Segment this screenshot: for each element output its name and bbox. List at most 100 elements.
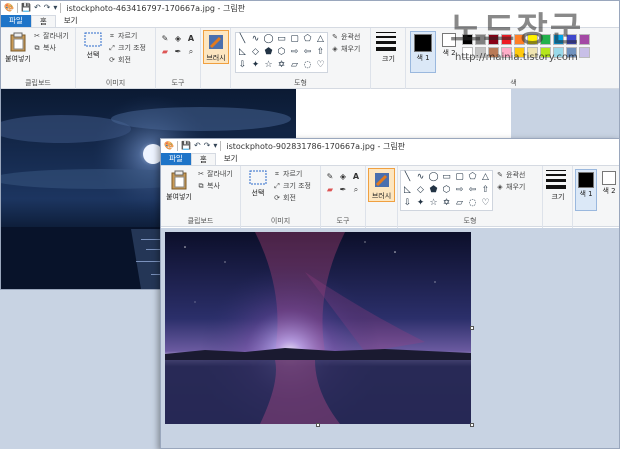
palette-color-swatch[interactable] bbox=[501, 34, 512, 45]
oval-shape-icon[interactable]: ◯ bbox=[263, 34, 274, 45]
resize-button[interactable]: ⤢ 크기 조정 bbox=[273, 181, 311, 191]
rounded-rectangle-shape-icon[interactable]: ▢ bbox=[454, 172, 465, 183]
down-arrow-shape-icon[interactable]: ⇩ bbox=[237, 60, 248, 71]
palette-color-swatch[interactable] bbox=[527, 34, 538, 45]
up-arrow-shape-icon[interactable]: ⇧ bbox=[315, 47, 326, 58]
palette-color-swatch[interactable] bbox=[462, 47, 473, 58]
oval-callout-shape-icon[interactable]: ◌ bbox=[467, 198, 478, 209]
palette-color-swatch[interactable] bbox=[501, 47, 512, 58]
heart-shape-icon[interactable]: ♡ bbox=[315, 60, 326, 71]
left-arrow-shape-icon[interactable]: ⇦ bbox=[467, 185, 478, 196]
magnifier-icon[interactable]: ⌕ bbox=[186, 47, 196, 57]
color2-button[interactable]: 색 2 bbox=[438, 31, 460, 58]
palette-color-swatch[interactable] bbox=[475, 34, 486, 45]
right-arrow-shape-icon[interactable]: ⇨ bbox=[289, 47, 300, 58]
rounded-callout-shape-icon[interactable]: ▱ bbox=[289, 60, 300, 71]
pencil-icon[interactable]: ✎ bbox=[160, 34, 170, 44]
right-arrow-shape-icon[interactable]: ⇨ bbox=[454, 185, 465, 196]
size-button[interactable]: 크기 bbox=[546, 170, 570, 202]
tab-file[interactable]: 파일 bbox=[1, 15, 31, 27]
line-shape-icon[interactable]: ╲ bbox=[237, 34, 248, 45]
crop-button[interactable]: ⌗ 자르기 bbox=[108, 31, 137, 41]
cut-button[interactable]: ✂ 잘라내기 bbox=[197, 169, 233, 179]
palette-color-swatch[interactable] bbox=[566, 47, 577, 58]
size-button[interactable]: 크기 bbox=[376, 32, 401, 64]
tab-view[interactable]: 보기 bbox=[216, 153, 246, 165]
palette-color-swatch[interactable] bbox=[462, 34, 473, 45]
resize-handle-right[interactable] bbox=[470, 326, 474, 330]
rounded-rectangle-shape-icon[interactable]: ▢ bbox=[289, 34, 300, 45]
color1-button[interactable]: 색 1 bbox=[575, 169, 597, 211]
palette-color-swatch[interactable] bbox=[475, 47, 486, 58]
diamond-shape-icon[interactable]: ◇ bbox=[415, 185, 426, 196]
line-shape-icon[interactable]: ╲ bbox=[402, 172, 413, 183]
fill-button[interactable]: ◈ 채우기 bbox=[331, 44, 360, 54]
pentagon-shape-icon[interactable]: ⬟ bbox=[428, 185, 439, 196]
pencil-icon[interactable]: ✎ bbox=[325, 172, 335, 182]
text-icon[interactable]: A bbox=[186, 34, 196, 44]
redo-icon[interactable]: ↷ bbox=[44, 3, 51, 13]
quick-access-dropdown-icon[interactable]: ▾ bbox=[213, 141, 217, 151]
save-icon[interactable]: 💾 bbox=[181, 141, 191, 151]
rotate-button[interactable]: ⟳ 회전 bbox=[273, 193, 296, 203]
palette-color-swatch[interactable] bbox=[488, 47, 499, 58]
rotate-button[interactable]: ⟳ 회전 bbox=[108, 55, 131, 65]
palette-color-swatch[interactable] bbox=[553, 34, 564, 45]
heart-shape-icon[interactable]: ♡ bbox=[480, 198, 491, 209]
palette-color-swatch[interactable] bbox=[579, 47, 590, 58]
color1-button[interactable]: 색 1 bbox=[410, 31, 436, 73]
select-button[interactable]: 선택 bbox=[245, 170, 271, 198]
eraser-icon[interactable]: ▰ bbox=[325, 185, 335, 195]
color2-button[interactable]: 색 2 bbox=[599, 169, 619, 196]
curve-shape-icon[interactable]: ∿ bbox=[415, 172, 426, 183]
resize-handle-bottom[interactable] bbox=[316, 423, 320, 427]
outline-button[interactable]: ✎ 윤곽선 bbox=[331, 32, 360, 42]
undo-icon[interactable]: ↶ bbox=[34, 3, 41, 13]
four-point-star-shape-icon[interactable]: ✦ bbox=[415, 198, 426, 209]
paste-button[interactable]: 붙여넣기 bbox=[3, 32, 33, 64]
eraser-icon[interactable]: ▰ bbox=[160, 47, 170, 57]
six-point-star-shape-icon[interactable]: ✡ bbox=[276, 60, 287, 71]
palette-color-swatch[interactable] bbox=[553, 47, 564, 58]
triangle-shape-icon[interactable]: △ bbox=[315, 34, 326, 45]
save-icon[interactable]: 💾 bbox=[21, 3, 31, 13]
right-triangle-shape-icon[interactable]: ◺ bbox=[237, 47, 248, 58]
pentagon-shape-icon[interactable]: ⬟ bbox=[263, 47, 274, 58]
galaxy-sunset-lake-image[interactable] bbox=[165, 232, 471, 424]
palette-color-swatch[interactable] bbox=[566, 34, 577, 45]
curve-shape-icon[interactable]: ∿ bbox=[250, 34, 261, 45]
triangle-shape-icon[interactable]: △ bbox=[480, 172, 491, 183]
hexagon-shape-icon[interactable]: ⬡ bbox=[276, 47, 287, 58]
tab-home[interactable]: 홈 bbox=[190, 153, 216, 165]
six-point-star-shape-icon[interactable]: ✡ bbox=[441, 198, 452, 209]
resize-button[interactable]: ⤢ 크기 조정 bbox=[108, 43, 146, 53]
polygon-shape-icon[interactable]: ⬠ bbox=[467, 172, 478, 183]
cut-button[interactable]: ✂ 잘라내기 bbox=[33, 31, 69, 41]
tab-home[interactable]: 홈 bbox=[30, 15, 56, 27]
color-picker-icon[interactable]: ✒ bbox=[338, 185, 348, 195]
copy-button[interactable]: ⧉ 복사 bbox=[33, 43, 56, 53]
up-arrow-shape-icon[interactable]: ⇧ bbox=[480, 185, 491, 196]
right-triangle-shape-icon[interactable]: ◺ bbox=[402, 185, 413, 196]
text-icon[interactable]: A bbox=[351, 172, 361, 182]
outline-button[interactable]: ✎ 윤곽선 bbox=[496, 170, 525, 180]
palette-color-swatch[interactable] bbox=[540, 47, 551, 58]
oval-callout-shape-icon[interactable]: ◌ bbox=[302, 60, 313, 71]
redo-icon[interactable]: ↷ bbox=[204, 141, 211, 151]
four-point-star-shape-icon[interactable]: ✦ bbox=[250, 60, 261, 71]
palette-color-swatch[interactable] bbox=[488, 34, 499, 45]
palette-color-swatch[interactable] bbox=[579, 34, 590, 45]
tab-view[interactable]: 보기 bbox=[56, 15, 86, 27]
crop-button[interactable]: ⌗ 자르기 bbox=[273, 169, 302, 179]
rectangle-shape-icon[interactable]: ▭ bbox=[441, 172, 452, 183]
undo-icon[interactable]: ↶ bbox=[194, 141, 201, 151]
hexagon-shape-icon[interactable]: ⬡ bbox=[441, 185, 452, 196]
palette-color-swatch[interactable] bbox=[514, 34, 525, 45]
diamond-shape-icon[interactable]: ◇ bbox=[250, 47, 261, 58]
palette-color-swatch[interactable] bbox=[540, 34, 551, 45]
color-picker-icon[interactable]: ✒ bbox=[173, 47, 183, 57]
polygon-shape-icon[interactable]: ⬠ bbox=[302, 34, 313, 45]
rectangle-shape-icon[interactable]: ▭ bbox=[276, 34, 287, 45]
down-arrow-shape-icon[interactable]: ⇩ bbox=[402, 198, 413, 209]
rounded-callout-shape-icon[interactable]: ▱ bbox=[454, 198, 465, 209]
